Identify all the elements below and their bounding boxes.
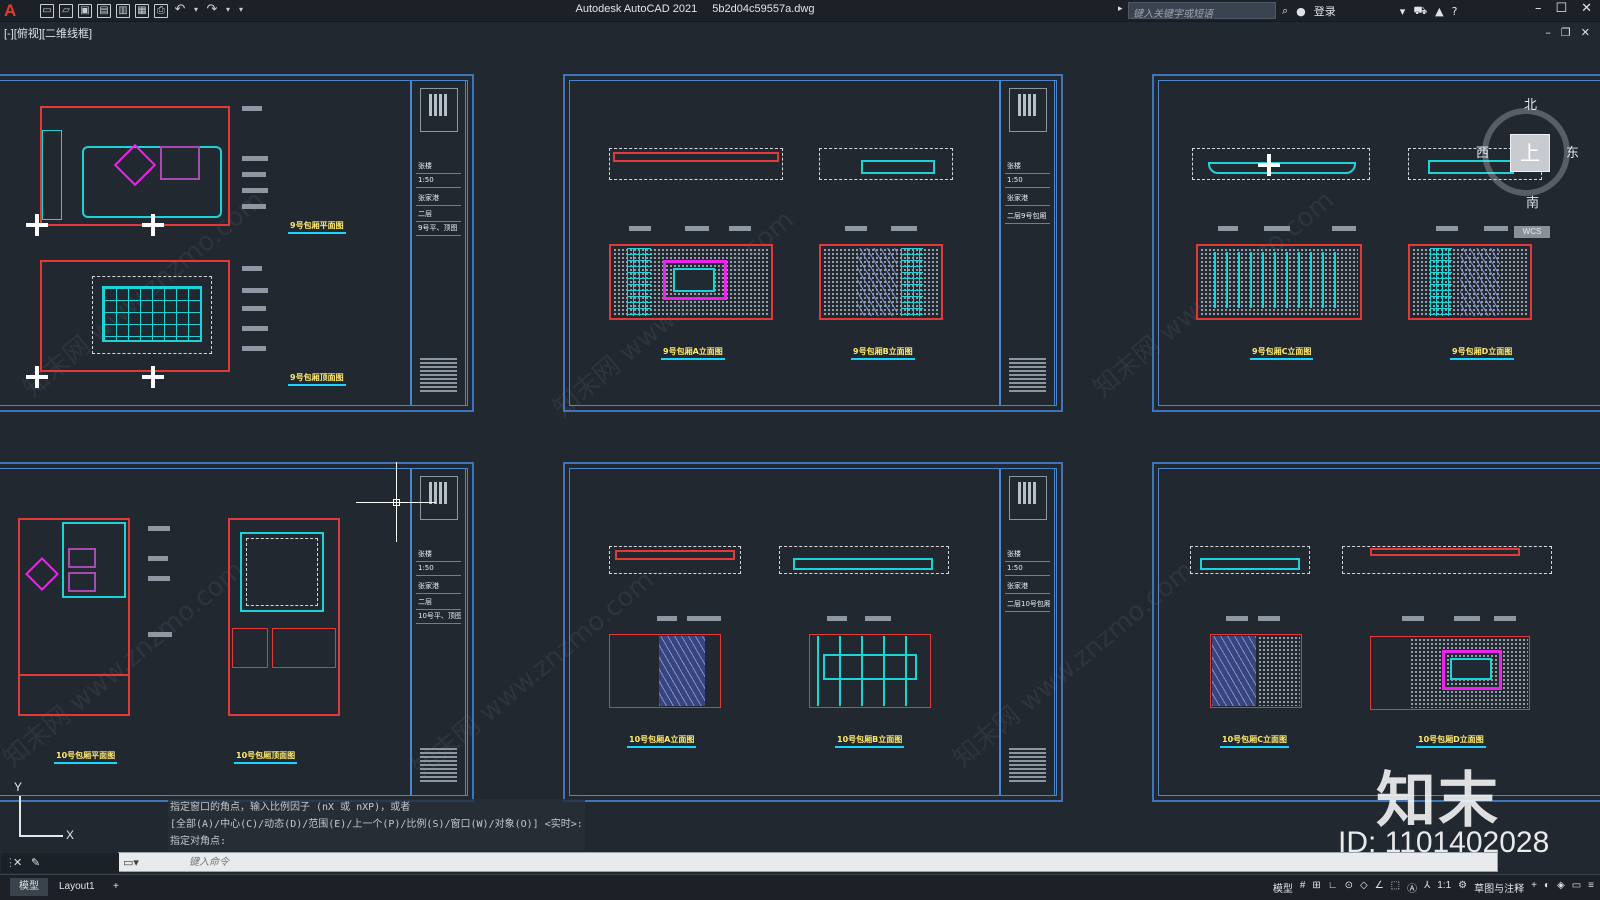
login-dropdown-icon[interactable]: ▾ — [1400, 5, 1406, 18]
compass-west[interactable]: 西 — [1476, 142, 1489, 161]
id-watermark: ID: 1101402028 — [1338, 826, 1550, 859]
drawing-sheet: 张楼 1:50 张家港 二层 9号平、顶图 9号包厢平面图 9号包厢顶面图 — [0, 74, 474, 412]
selection-cycling-icon[interactable]: ⬚ — [1391, 880, 1400, 895]
drawing-caption: 10号包厢A立面图 — [626, 735, 697, 748]
workspace-switch[interactable]: 草图与注释 — [1474, 880, 1524, 895]
tab-model[interactable]: 模型 — [10, 878, 48, 896]
title-bar: A ▭ ▱ ▣ ▤ ▥ ▦ ⎙ ↶ ▾ ↷ ▾ ▾ Autodesk AutoC… — [0, 0, 1600, 22]
a360-icon[interactable]: ▲ — [1435, 5, 1443, 18]
title-block: 张楼 1:50 张家港 二层10号包厢 — [999, 468, 1055, 796]
compass-east[interactable]: 东 — [1566, 142, 1579, 161]
doc-restore-button[interactable]: ❐ — [1561, 26, 1571, 39]
tab-layout1[interactable]: Layout1 — [50, 878, 104, 896]
status-bar: 模型 Layout1 + 模型 # ⊞ ∟ ⊙ ◇ ∠ ⬚ Ⓐ ⅄ 1:1 ⚙ … — [0, 874, 1600, 900]
drawing-caption: 9号包厢顶面图 — [288, 373, 346, 386]
crosshair-marker — [1258, 154, 1280, 176]
command-history-line: [全部(A)/中心(C)/动态(D)/范围(E)/上一个(P)/比例(S)/窗口… — [168, 816, 585, 833]
isolate-icon[interactable]: ◐ — [1544, 880, 1550, 895]
drawing-caption: 10号包厢C立面图 — [1219, 735, 1290, 748]
polar-icon[interactable]: ⊙ — [1345, 880, 1353, 895]
drawing-sheet: 张楼 1:50 张家港 二层9号包厢 9号包厢A立面图 9号包厢B立面图 — [563, 74, 1063, 412]
plus-icon[interactable]: + — [1531, 880, 1537, 895]
title-block: 张楼 1:50 张家港 二层 10号平、顶图 — [410, 468, 466, 796]
command-input[interactable] — [189, 854, 789, 870]
model-space-button[interactable]: 模型 — [1273, 880, 1293, 895]
snap-icon[interactable]: ⊞ — [1312, 880, 1320, 895]
drawing-caption: 10号包厢平面图 — [53, 751, 118, 764]
ortho-icon[interactable]: ∟ — [1328, 880, 1338, 895]
title-block: 张楼 1:50 张家港 二层9号包厢 — [999, 80, 1055, 406]
annotation-scale-value[interactable]: 1:1 — [1437, 880, 1451, 895]
drawing-caption: 10号包厢顶面图 — [233, 751, 298, 764]
user-icon[interactable]: ● — [1296, 5, 1306, 18]
drawing-sheet: 10号包厢C立面图 10号包厢D立面图 — [1152, 462, 1600, 802]
crosshair-marker — [142, 214, 164, 236]
drawing-caption: 9号包厢平面图 — [288, 221, 346, 234]
drawing-caption: 9号包厢A立面图 — [661, 347, 725, 360]
menu-icon[interactable]: ≡ — [1588, 880, 1594, 895]
search-expand-icon[interactable]: ▸ — [1118, 4, 1123, 14]
search-input[interactable]: 键入关键字或短语 — [1128, 2, 1276, 20]
ucs-y-label: Y — [14, 780, 23, 794]
angle-icon[interactable]: ∠ — [1375, 880, 1384, 895]
crosshair-marker — [142, 366, 164, 388]
drawing-caption: 9号包厢C立面图 — [1249, 347, 1314, 360]
minimize-button[interactable]: – — [1535, 1, 1542, 16]
doc-close-button[interactable]: ✕ — [1581, 26, 1590, 39]
close-command-icon[interactable]: ✕ — [13, 856, 22, 869]
cursor-pickbox — [393, 499, 400, 506]
doc-minimize-button[interactable]: – — [1545, 26, 1551, 39]
cart-icon[interactable]: ⛟ — [1413, 4, 1427, 19]
ucs-x-label: X — [66, 828, 75, 842]
annotation-visibility-icon[interactable]: Ⓐ — [1407, 880, 1417, 895]
compass-north[interactable]: 北 — [1524, 94, 1537, 113]
status-tools: 模型 # ⊞ ∟ ⊙ ◇ ∠ ⬚ Ⓐ ⅄ 1:1 ⚙ 草图与注释 + ◐ ◈ ▭… — [1273, 880, 1594, 895]
title-right-tools: ⌕ ● 登录 ▾ ⛟ ▲ ? — [1282, 3, 1457, 19]
title-block: 张楼 1:50 张家港 二层 9号平、顶图 — [410, 80, 466, 406]
wcs-menu[interactable]: WCS — [1514, 226, 1550, 238]
login-button[interactable]: 登录 — [1314, 3, 1336, 19]
annotation-scale-icon[interactable]: ⅄ — [1424, 880, 1430, 895]
drawing-caption: 10号包厢D立面图 — [1416, 735, 1486, 748]
drawing-caption: 9号包厢B立面图 — [851, 347, 915, 360]
command-history-line: 指定对角点: — [168, 833, 585, 850]
file-name: 5b2d04c59557a.dwg — [712, 3, 815, 15]
search-icon[interactable]: ⌕ — [1282, 4, 1288, 18]
command-history: 指定窗口的角点，输入比例因子 (nX 或 nXP)，或者 [全部(A)/中心(C… — [168, 799, 585, 850]
add-layout-button[interactable]: + — [104, 878, 128, 896]
window-controls: – ☐ ✕ — [1535, 1, 1592, 16]
crosshair-marker — [26, 366, 48, 388]
drawing-caption: 10号包厢B立面图 — [834, 735, 905, 748]
osnap-icon[interactable]: ◇ — [1360, 880, 1368, 895]
crosshair-marker — [26, 214, 48, 236]
maximize-button[interactable]: ☐ — [1555, 1, 1567, 16]
drawing-sheet: 张楼 1:50 张家港 二层 10号平、顶图 10号包厢平面图 10号包厢顶面图 — [0, 462, 474, 802]
drawing-sheet: 张楼 1:50 张家港 二层10号包厢 10号包厢A立面图 10号包厢B立面图 — [563, 462, 1063, 802]
command-line: ⋮ ✕ ✎ ▭▾ — [1, 852, 1498, 873]
viewcube[interactable]: 上 北 南 东 西 WCS — [1462, 94, 1582, 238]
close-button[interactable]: ✕ — [1581, 1, 1592, 16]
company-logo — [1009, 476, 1047, 520]
viewport-controls[interactable]: [-][俯视][二维线框] — [4, 25, 92, 41]
drawing-caption: 9号包厢D立面图 — [1449, 347, 1515, 360]
app-name: Autodesk AutoCAD 2021 — [575, 3, 698, 15]
hardware-acceleration-icon[interactable]: ◈ — [1557, 880, 1565, 895]
company-logo — [420, 476, 458, 520]
recent-commands-icon[interactable]: ▭▾ — [123, 856, 139, 869]
drawing-canvas[interactable]: 知末网 www.znzmo.com 知末网 www.znzmo.com 知末网 … — [0, 44, 1600, 852]
company-logo — [420, 88, 458, 132]
company-logo — [1009, 88, 1047, 132]
clean-screen-icon[interactable]: ▭ — [1572, 880, 1581, 895]
customize-command-icon[interactable]: ✎ — [31, 856, 40, 869]
ucs-icon: Y X — [14, 780, 84, 842]
compass-south[interactable]: 南 — [1526, 192, 1539, 211]
grid-icon[interactable]: # — [1300, 880, 1306, 895]
help-icon[interactable]: ? — [1452, 5, 1458, 18]
viewcube-top-face[interactable]: 上 — [1510, 134, 1550, 172]
document-controls: – ❐ ✕ — [1545, 26, 1590, 39]
gear-icon[interactable]: ⚙ — [1458, 880, 1467, 895]
command-history-line: 指定窗口的角点，输入比例因子 (nX 或 nXP)，或者 — [168, 799, 585, 816]
